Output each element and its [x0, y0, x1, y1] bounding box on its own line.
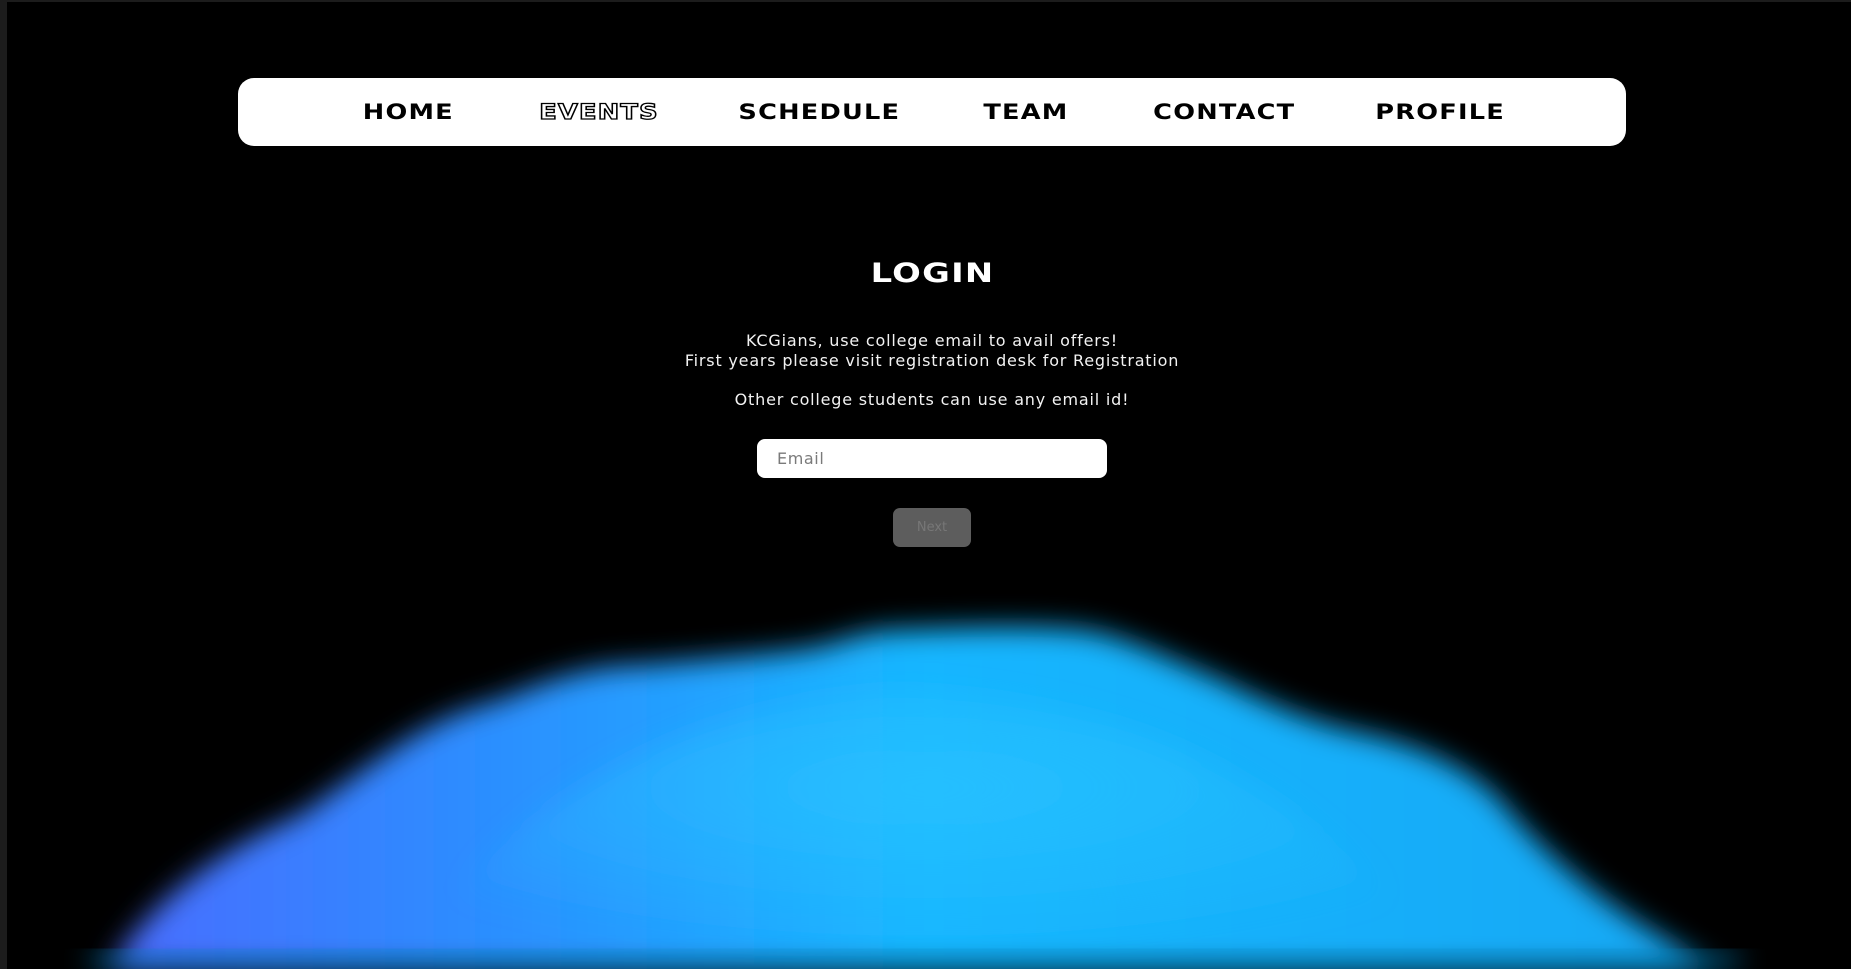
top-navbar: HOME EVENTS SCHEDULE TEAM CONTACT PROFIL…: [238, 78, 1626, 146]
nav-profile[interactable]: PROFILE: [1375, 100, 1505, 124]
next-button[interactable]: Next: [893, 508, 971, 547]
window-edge: [0, 0, 7, 969]
login-message-other-colleges: Other college students can use any email…: [734, 390, 1130, 409]
window-edge-top: [0, 0, 1851, 2]
nav-contact[interactable]: CONTACT: [1153, 100, 1295, 124]
nav-schedule[interactable]: SCHEDULE: [739, 100, 901, 124]
login-title: LOGIN: [0, 258, 1851, 289]
email-input[interactable]: [757, 439, 1107, 478]
nav-team[interactable]: TEAM: [983, 100, 1068, 124]
nav-home[interactable]: HOME: [362, 100, 453, 124]
login-title-text: LOGIN: [870, 258, 994, 289]
login-message-kcg: KCGians, use college email to avail offe…: [746, 331, 1118, 350]
nav-events[interactable]: EVENTS: [539, 99, 659, 124]
login-message-first-years: First years please visit registration de…: [684, 351, 1180, 370]
